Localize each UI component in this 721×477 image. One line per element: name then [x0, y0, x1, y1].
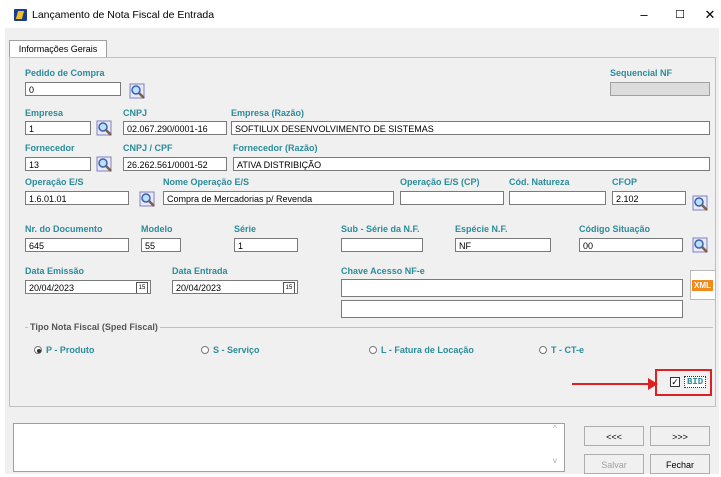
xml-label: XML	[692, 280, 713, 291]
memo-scroll-down-icon[interactable]: v	[548, 456, 562, 468]
nr-documento-input[interactable]: 645	[25, 238, 129, 252]
radio-locacao-label[interactable]: L - Fatura de Locação	[381, 345, 474, 355]
modelo-input[interactable]: 55	[141, 238, 181, 252]
cfop-label: CFOP	[612, 177, 638, 187]
observacoes-memo[interactable]	[13, 423, 565, 472]
nr-documento-label: Nr. do Documento	[25, 224, 103, 234]
operacao-es-input[interactable]: 1.6.01.01	[25, 191, 129, 205]
cnpj-input[interactable]: 02.067.290/0001-16	[123, 121, 227, 135]
radio-servico-label[interactable]: S - Serviço	[213, 345, 260, 355]
pedido-search-icon[interactable]	[127, 80, 149, 102]
fornecedor-search-icon[interactable]	[94, 153, 116, 175]
cfop-search-icon[interactable]	[690, 192, 712, 214]
cod-natureza-label: Cód. Natureza	[509, 177, 570, 187]
save-button[interactable]: Salvar	[584, 454, 644, 474]
chave-acesso-input-2[interactable]	[341, 300, 683, 318]
cnpj-cpf-input[interactable]: 26.262.561/0001-52	[123, 157, 227, 171]
codigo-situacao-input[interactable]: 00	[579, 238, 683, 252]
data-entrada-label: Data Entrada	[172, 266, 228, 276]
situacao-search-icon[interactable]	[690, 234, 712, 256]
calendar-icon[interactable]: 15	[136, 282, 148, 293]
sub-serie-label: Sub - Série da N.F.	[341, 224, 420, 234]
data-emissao-input[interactable]: 20/04/2023 15	[25, 280, 151, 294]
empresa-input[interactable]: 1	[25, 121, 91, 135]
bid-checkbox[interactable]: ✓	[670, 377, 680, 387]
empresa-label: Empresa	[25, 108, 64, 118]
minimize-button[interactable]: –	[634, 6, 654, 24]
modelo-label: Modelo	[141, 224, 173, 234]
radio-cte-label[interactable]: T - CT-e	[551, 345, 584, 355]
data-entrada-value: 20/04/2023	[176, 283, 222, 293]
pedido-compra-label: Pedido de Compra	[25, 68, 105, 78]
serie-label: Série	[234, 224, 257, 234]
nome-operacao-input[interactable]: Compra de Mercadorias p/ Revenda	[163, 191, 394, 205]
memo-scroll-up-icon[interactable]: ^	[548, 424, 562, 436]
chave-acesso-label: Chave Acesso NF-e	[341, 266, 425, 276]
especie-label: Espécie N.F.	[455, 224, 508, 234]
maximize-button[interactable]: ☐	[670, 6, 690, 24]
codigo-situacao-label: Código Situação	[579, 224, 651, 234]
close-window-button[interactable]: ✕	[701, 6, 719, 24]
next-button[interactable]: >>>	[650, 426, 710, 446]
operacao-search-icon[interactable]	[137, 188, 159, 210]
close-button[interactable]: Fechar	[650, 454, 710, 474]
fornecedor-input[interactable]: 13	[25, 157, 91, 171]
empresa-razao-label: Empresa (Razão)	[231, 108, 305, 118]
data-emissao-label: Data Emissão	[25, 266, 85, 276]
pedido-compra-input[interactable]: 0	[25, 82, 121, 96]
especie-input[interactable]: NF	[455, 238, 551, 252]
serie-input[interactable]: 1	[234, 238, 298, 252]
bid-checkbox-label[interactable]: BID	[684, 376, 707, 388]
cnpj-label: CNPJ	[123, 108, 148, 118]
fornecedor-razao-label: Fornecedor (Razão)	[233, 143, 318, 153]
radio-servico[interactable]	[201, 346, 209, 354]
operacao-es-cp-label: Operação E/S (CP)	[400, 177, 480, 187]
xml-file-icon[interactable]: XML	[690, 270, 716, 300]
app-icon	[14, 9, 27, 21]
sequencial-nf-label: Sequencial NF	[610, 68, 673, 78]
fornecedor-razao-input[interactable]: ATIVA DISTRIBIÇÃO	[233, 157, 710, 171]
cfop-input[interactable]: 2.102	[612, 191, 686, 205]
cnpj-cpf-label: CNPJ / CPF	[123, 143, 173, 153]
chave-acesso-input[interactable]	[341, 279, 683, 297]
data-entrada-input[interactable]: 20/04/2023 15	[172, 280, 298, 294]
calendar-icon[interactable]: 15	[283, 282, 295, 293]
radio-produto-label[interactable]: P - Produto	[46, 345, 94, 355]
tipo-nota-group	[25, 327, 713, 364]
radio-locacao[interactable]	[369, 346, 377, 354]
tipo-nota-title: Tipo Nota Fiscal (Sped Fiscal)	[28, 322, 160, 332]
radio-cte[interactable]	[539, 346, 547, 354]
empresa-search-icon[interactable]	[94, 117, 116, 139]
window-title: Lançamento de Nota Fiscal de Entrada	[32, 9, 215, 21]
sub-serie-input[interactable]	[341, 238, 423, 252]
fornecedor-label: Fornecedor	[25, 143, 75, 153]
nome-operacao-label: Nome Operação E/S	[163, 177, 250, 187]
sequencial-nf-input	[610, 82, 710, 96]
operacao-es-label: Operação E/S	[25, 177, 84, 187]
radio-produto[interactable]	[34, 346, 42, 354]
operacao-es-cp-input[interactable]	[400, 191, 504, 205]
highlight-arrow-line	[572, 383, 652, 385]
previous-button[interactable]: <<<	[584, 426, 644, 446]
cod-natureza-input[interactable]	[509, 191, 606, 205]
tab-informacoes-gerais[interactable]: Informações Gerais	[9, 40, 107, 58]
data-emissao-value: 20/04/2023	[29, 283, 75, 293]
empresa-razao-input[interactable]: SOFTILUX DESENVOLVIMENTO DE SISTEMAS	[231, 121, 710, 135]
